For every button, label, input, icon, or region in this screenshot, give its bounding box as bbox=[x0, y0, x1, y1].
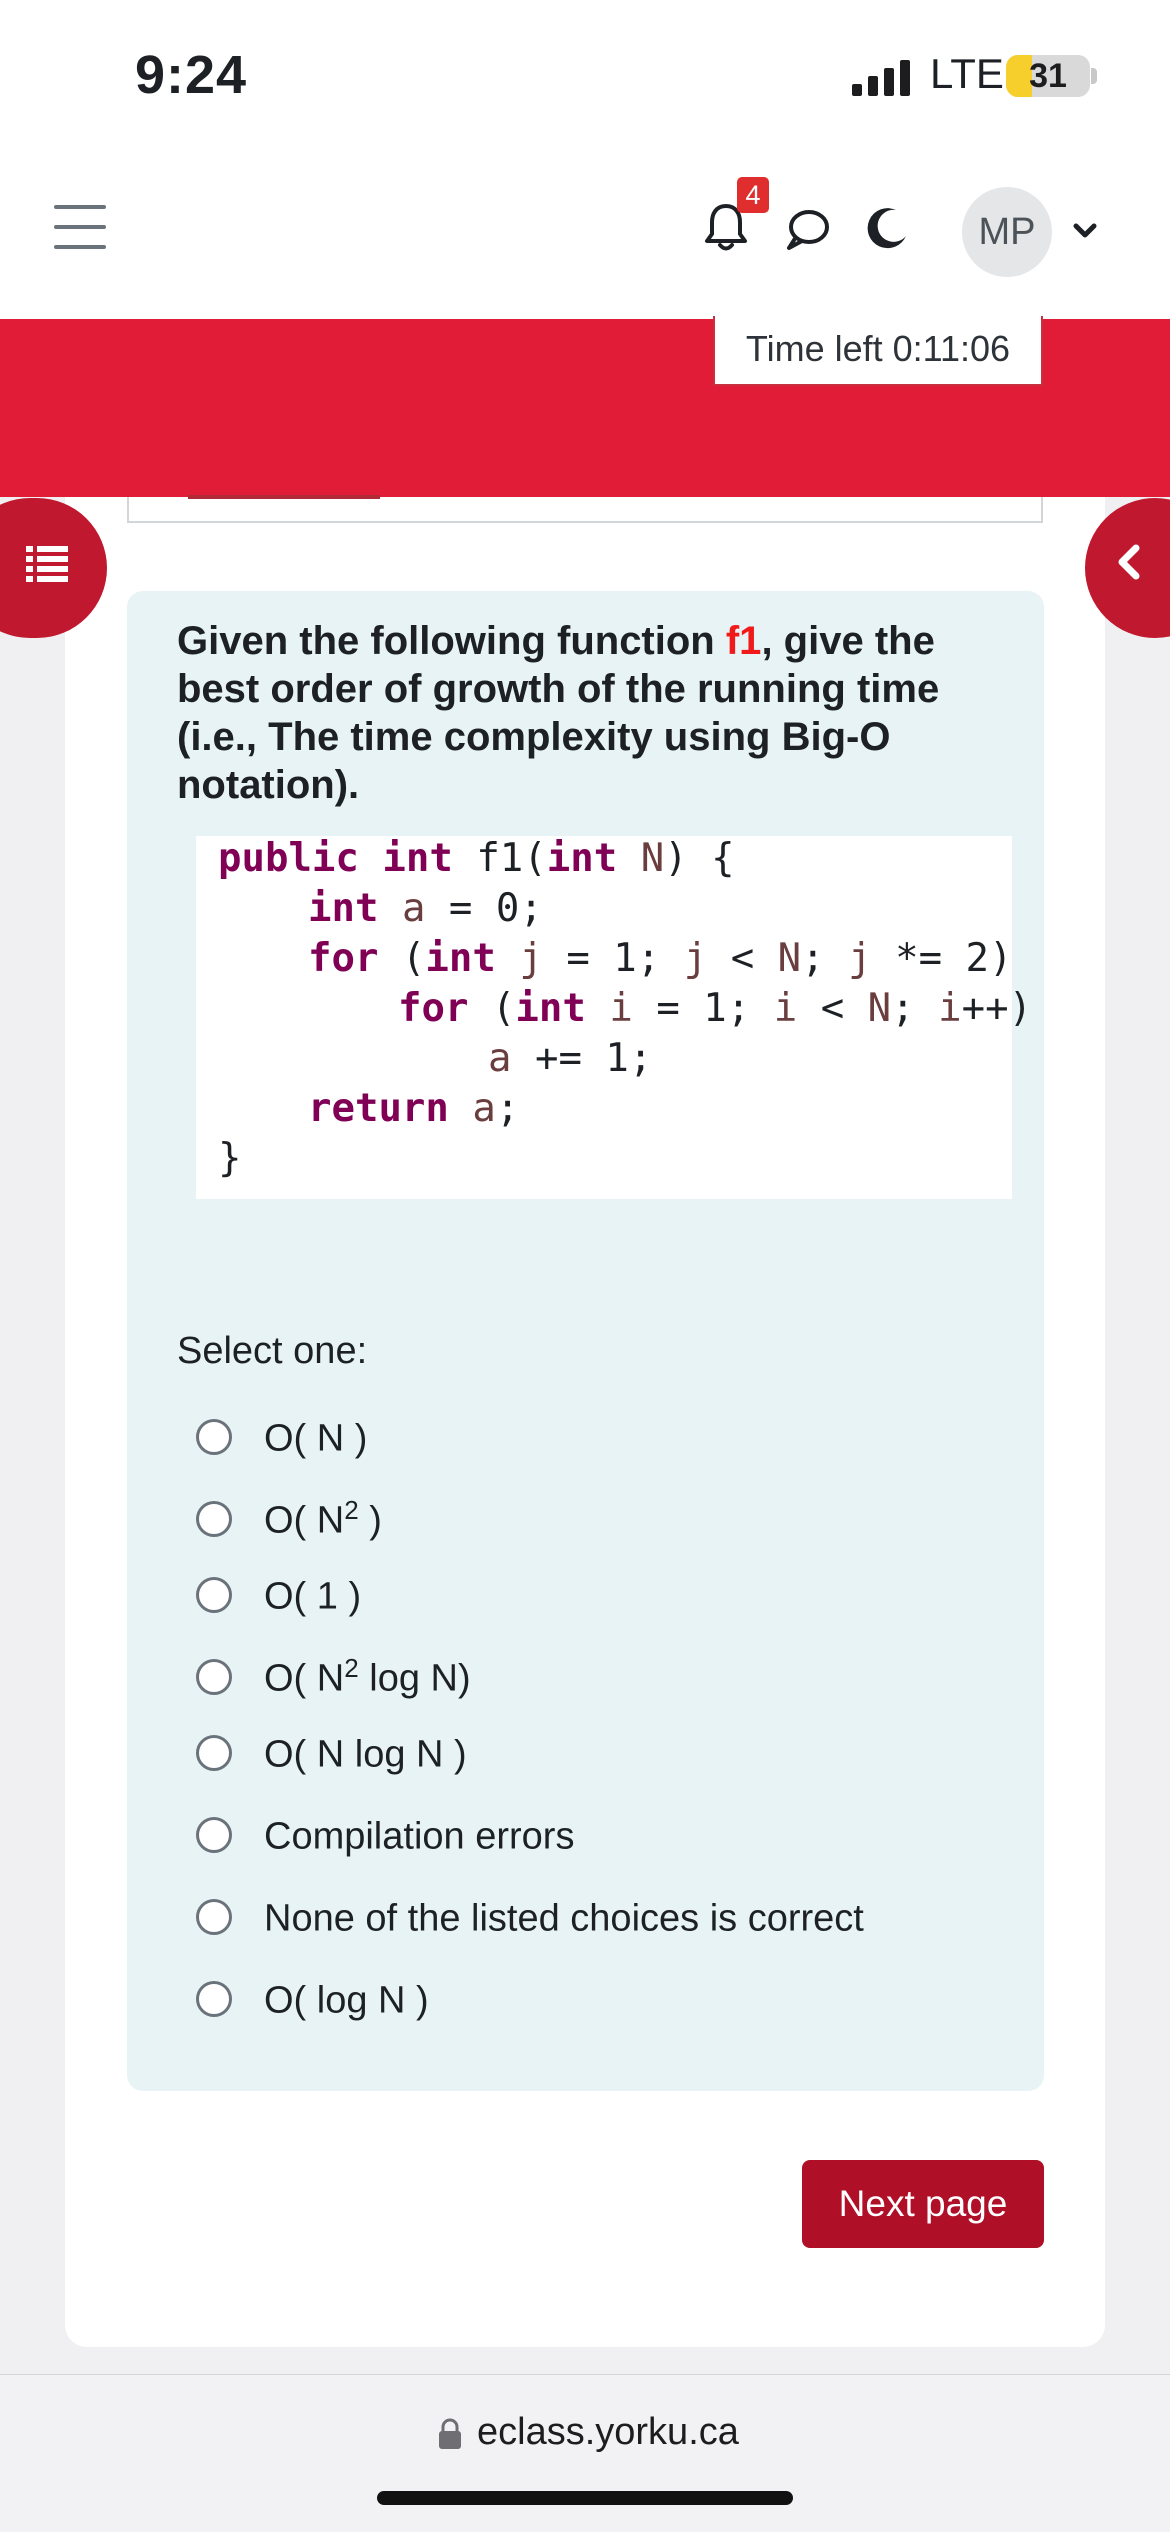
option-label[interactable]: O( N2 log N) bbox=[264, 1653, 471, 1701]
code-line-1: public int f1(int N) { bbox=[218, 836, 735, 881]
radio-button[interactable] bbox=[196, 1577, 232, 1613]
code-line-5: a += 1; bbox=[488, 1036, 653, 1081]
option-label[interactable]: None of the listed choices is correct bbox=[264, 1893, 864, 1941]
answer-option[interactable]: None of the listed choices is correct bbox=[196, 1885, 1016, 1945]
option-label[interactable]: O( log N ) bbox=[264, 1975, 429, 2023]
url-text[interactable]: eclass.yorku.ca bbox=[477, 2411, 739, 2454]
notification-count-badge: 4 bbox=[737, 177, 769, 213]
option-label[interactable]: O( N log N ) bbox=[264, 1729, 467, 1777]
select-one-prompt: Select one: bbox=[177, 1330, 368, 1372]
code-line-2: int a = 0; bbox=[308, 886, 543, 931]
radio-button[interactable] bbox=[196, 1981, 232, 2017]
user-avatar[interactable]: MP bbox=[962, 187, 1052, 277]
lock-icon bbox=[439, 2418, 461, 2449]
radio-button[interactable] bbox=[196, 1735, 232, 1771]
answer-option[interactable]: O( N2 ) bbox=[196, 1487, 1016, 1547]
answer-option[interactable]: O( 1 ) bbox=[196, 1563, 1016, 1623]
hamburger-menu-icon[interactable] bbox=[54, 205, 106, 249]
quiz-navigation-strip bbox=[127, 497, 1043, 523]
answer-option[interactable]: Compilation errors bbox=[196, 1803, 1016, 1863]
code-line-7: } bbox=[218, 1136, 242, 1181]
quiz-timer: Time left 0:11:06 bbox=[713, 316, 1043, 386]
chat-bubble-icon[interactable] bbox=[784, 208, 830, 252]
status-time: 9:24 bbox=[135, 45, 248, 105]
home-indicator[interactable] bbox=[377, 2491, 793, 2505]
code-line-3: for (int j = 1; j < N; j *= 2) bbox=[308, 936, 1013, 981]
radio-button[interactable] bbox=[196, 1659, 232, 1695]
chevron-left-icon[interactable] bbox=[1109, 541, 1151, 583]
answer-option[interactable]: O( log N ) bbox=[196, 1967, 1016, 2027]
option-label[interactable]: O( 1 ) bbox=[264, 1571, 361, 1619]
code-line-6: return a; bbox=[308, 1086, 520, 1131]
answer-option[interactable]: O( N ) bbox=[196, 1405, 1016, 1465]
question-prefix: Given the following function bbox=[177, 619, 726, 663]
option-label[interactable]: O( N ) bbox=[264, 1413, 367, 1461]
moon-icon[interactable] bbox=[866, 206, 910, 250]
network-type: LTE bbox=[930, 50, 1004, 97]
radio-button[interactable] bbox=[196, 1817, 232, 1853]
code-block: public int f1(int N) { int a = 0; for (i… bbox=[196, 836, 1032, 1199]
option-label[interactable]: O( N2 ) bbox=[264, 1495, 382, 1543]
radio-button[interactable] bbox=[196, 1419, 232, 1455]
option-label[interactable]: Compilation errors bbox=[264, 1811, 574, 1859]
question-text: Given the following function f1, give th… bbox=[177, 617, 1017, 809]
chevron-down-icon[interactable] bbox=[1070, 216, 1100, 246]
quiz-navigation-marker bbox=[188, 495, 380, 499]
answer-option[interactable]: O( N2 log N) bbox=[196, 1645, 1016, 1705]
radio-button[interactable] bbox=[196, 1899, 232, 1935]
answer-option[interactable]: O( N log N ) bbox=[196, 1721, 1016, 1781]
list-icon[interactable] bbox=[26, 546, 68, 582]
battery-tip bbox=[1091, 68, 1097, 84]
function-name-highlight: f1 bbox=[725, 619, 762, 663]
battery-icon: 31 bbox=[1006, 55, 1090, 97]
code-line-4: for (int i = 1; i < N; i++) bbox=[398, 986, 1033, 1031]
next-page-button[interactable]: Next page bbox=[802, 2160, 1044, 2248]
battery-percent: 31 bbox=[1029, 57, 1067, 95]
cellular-signal-icon bbox=[852, 60, 910, 96]
radio-button[interactable] bbox=[196, 1501, 232, 1537]
